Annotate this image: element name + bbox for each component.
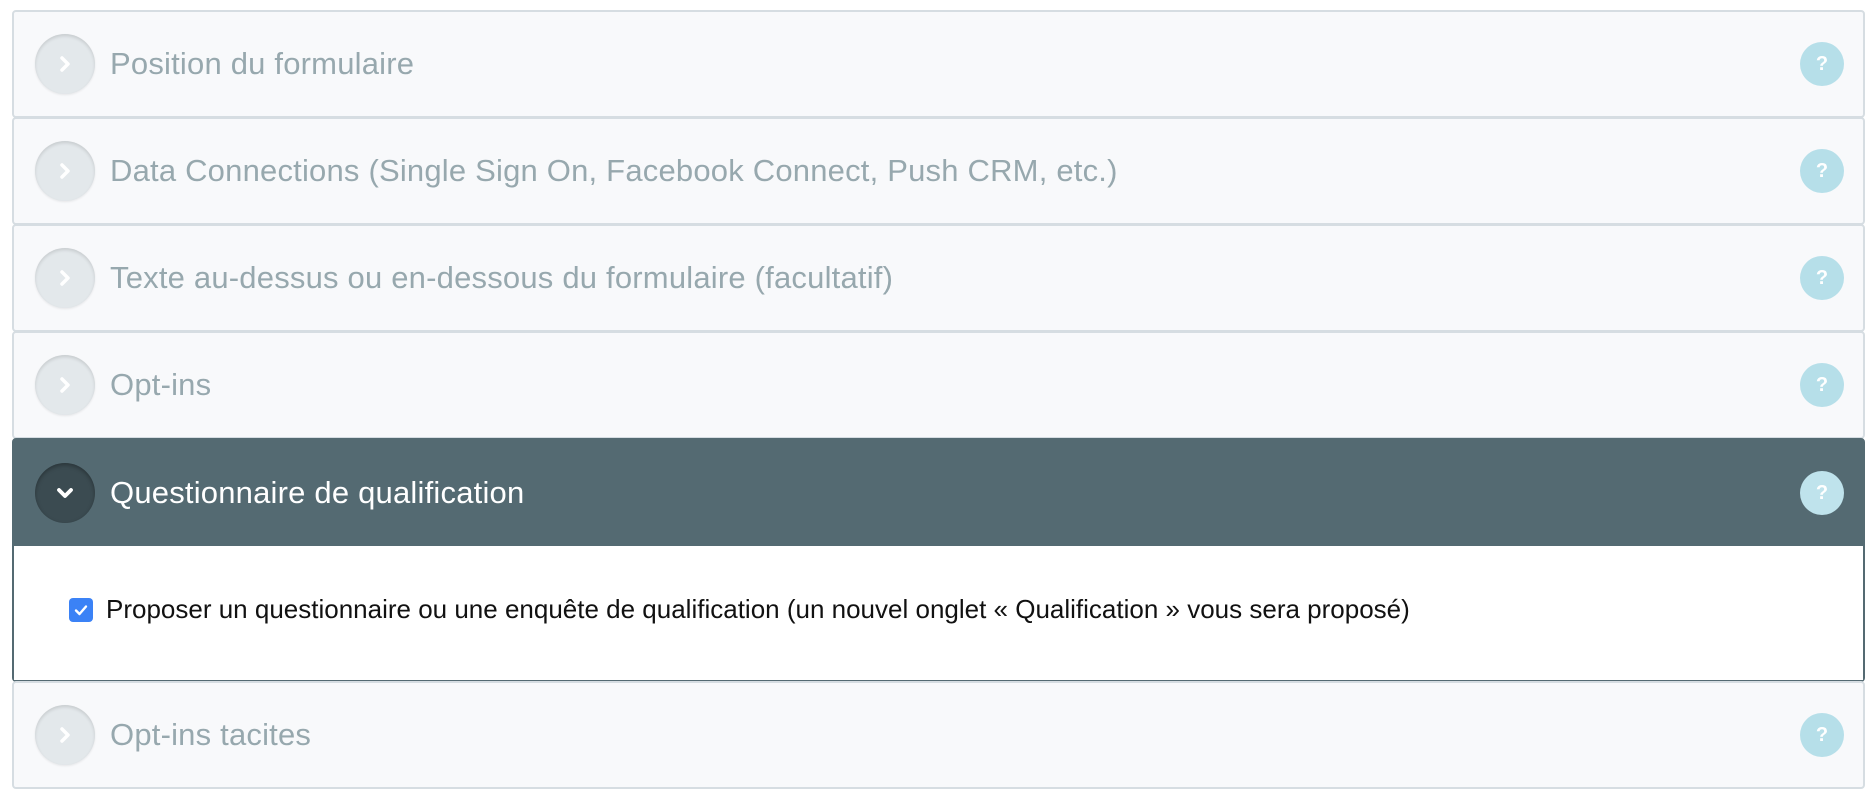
help-icon[interactable]: ?	[1800, 713, 1844, 757]
panel-position-formulaire: Position du formulaire ?	[12, 10, 1865, 118]
panel-title: Opt-ins tacites	[110, 717, 312, 752]
panel-data-connections: Data Connections (Single Sign On, Facebo…	[12, 117, 1865, 225]
chevron-right-icon[interactable]	[35, 355, 95, 415]
panel-body: Proposer un questionnaire ou une enquête…	[14, 546, 1863, 680]
checkmark-icon	[74, 604, 88, 615]
help-icon[interactable]: ?	[1800, 149, 1844, 193]
qualification-option: Proposer un questionnaire ou une enquête…	[69, 594, 1410, 625]
panel-title: Data Connections (Single Sign On, Facebo…	[110, 153, 1118, 188]
panel-header-texte-formulaire[interactable]: Texte au-dessus ou en-dessous du formula…	[14, 226, 1863, 330]
panel-title: Questionnaire de qualification	[110, 475, 525, 510]
chevron-right-icon[interactable]	[35, 141, 95, 201]
qualification-checkbox-label[interactable]: Proposer un questionnaire ou une enquête…	[106, 594, 1410, 625]
settings-accordion: Position du formulaire ? Data Connection…	[12, 10, 1865, 789]
chevron-right-icon[interactable]	[35, 705, 95, 765]
chevron-down-icon[interactable]	[35, 463, 95, 523]
help-icon[interactable]: ?	[1800, 42, 1844, 86]
panel-texte-formulaire: Texte au-dessus ou en-dessous du formula…	[12, 224, 1865, 332]
chevron-right-icon[interactable]	[35, 248, 95, 308]
panel-header-position-formulaire[interactable]: Position du formulaire ?	[14, 12, 1863, 116]
panel-header-opt-ins[interactable]: Opt-ins ?	[14, 333, 1863, 437]
panel-opt-ins: Opt-ins ?	[12, 331, 1865, 439]
panel-title: Texte au-dessus ou en-dessous du formula…	[110, 260, 894, 295]
qualification-checkbox[interactable]	[69, 597, 93, 622]
help-icon[interactable]: ?	[1800, 256, 1844, 300]
panel-header-data-connections[interactable]: Data Connections (Single Sign On, Facebo…	[14, 119, 1863, 223]
panel-opt-ins-tacites: Opt-ins tacites ?	[12, 681, 1865, 789]
chevron-right-icon[interactable]	[35, 34, 95, 94]
panel-title: Opt-ins	[110, 367, 212, 402]
panel-header-questionnaire-qualification[interactable]: Questionnaire de qualification ?	[14, 440, 1863, 546]
help-icon[interactable]: ?	[1800, 363, 1844, 407]
panel-title: Position du formulaire	[110, 46, 415, 81]
panel-header-opt-ins-tacites[interactable]: Opt-ins tacites ?	[14, 683, 1863, 787]
panel-questionnaire-qualification: Questionnaire de qualification ? Propose…	[12, 438, 1865, 682]
help-icon[interactable]: ?	[1800, 471, 1844, 515]
